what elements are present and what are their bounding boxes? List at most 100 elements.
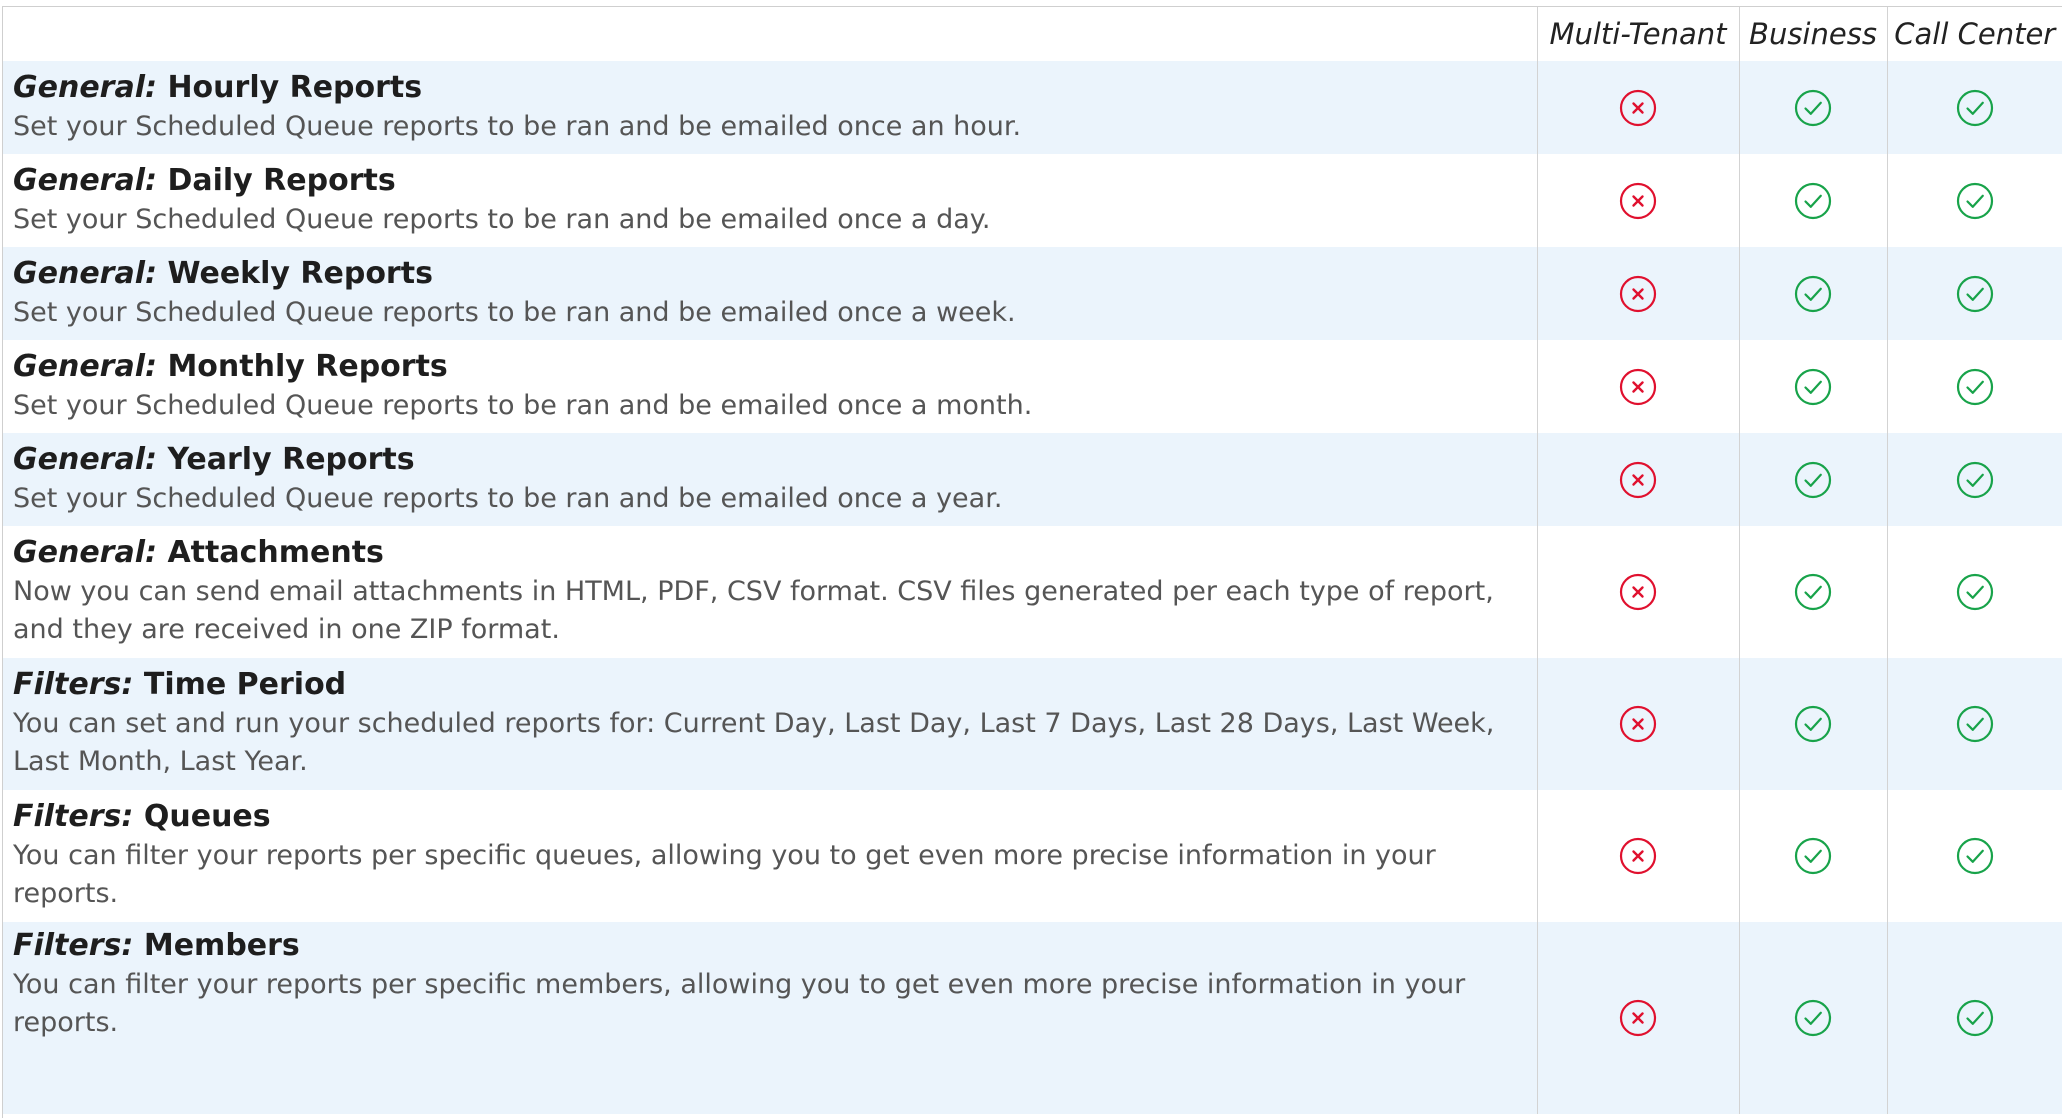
feature-title: General: Monthly Reports [13, 347, 1537, 387]
feature-category: General: [13, 162, 157, 198]
feature-title: General: Daily Reports [13, 161, 1537, 201]
feature-category: General: [13, 348, 157, 384]
feature-cell: General: Monthly Reports Set your Schedul… [3, 340, 1537, 433]
x-circle-icon [1618, 274, 1658, 314]
x-circle-icon [1618, 704, 1658, 744]
check-circle-icon [1955, 998, 1995, 1038]
x-circle-icon [1618, 181, 1658, 221]
x-circle-icon [1618, 572, 1658, 612]
table-row: General: Yearly Reports Set your Schedule… [3, 433, 2062, 526]
feature-name: Attachments [167, 535, 384, 570]
check-circle-icon [1793, 704, 1833, 744]
feature-text: Filters: Time Period You can set and run … [3, 661, 1537, 787]
table-row: Filters: Members You can filter your repo… [3, 922, 2062, 1114]
feature-description: You can set and run your scheduled repor… [13, 708, 1495, 777]
feature-cell: General: Attachments Now you can send ema… [3, 526, 1537, 658]
feature-description: Set your Scheduled Queue reports to be r… [13, 203, 991, 235]
check-circle-icon [1955, 704, 1995, 744]
table-row: Filters: Time Period You can set and run … [3, 658, 2062, 790]
feature-text: Filters: Members You can filter your repo… [3, 922, 1537, 1048]
feature-title: Filters: Queues [13, 797, 1537, 837]
feature-name: Hourly Reports [167, 69, 423, 105]
column-header-call-center: Call Center [1886, 7, 2062, 61]
table-row: Filters: Queues You can filter your repor… [3, 790, 2062, 922]
feature-description: Set your Scheduled Queue reports to be r… [13, 296, 1016, 328]
availability-cell-business [1738, 790, 1887, 922]
feature-title: Filters: Members [13, 926, 1537, 966]
availability-cell-multi-tenant [1536, 154, 1739, 247]
feature-text: Filters: Queues You can filter your repor… [3, 793, 1537, 919]
table-row: General: Hourly Reports Set your Schedule… [3, 61, 2062, 154]
check-circle-icon [1793, 998, 1833, 1038]
availability-cell-call-center [1886, 433, 2062, 526]
feature-text: General: Daily Reports Set your Scheduled… [3, 157, 1537, 245]
feature-text: General: Weekly Reports Set your Schedule… [3, 250, 1537, 338]
check-circle-icon [1955, 460, 1995, 500]
feature-category: General: [13, 255, 157, 291]
check-circle-icon [1955, 181, 1995, 221]
feature-title: General: Yearly Reports [13, 440, 1537, 480]
availability-cell-call-center [1886, 922, 2062, 1114]
availability-cell-business [1738, 61, 1887, 154]
availability-cell-multi-tenant [1536, 433, 1739, 526]
availability-cell-call-center [1886, 790, 2062, 922]
availability-cell-business [1738, 247, 1887, 340]
check-circle-icon [1793, 572, 1833, 612]
feature-cell: General: Hourly Reports Set your Schedule… [3, 61, 1537, 154]
x-circle-icon [1618, 460, 1658, 500]
feature-text: General: Monthly Reports Set your Schedul… [3, 343, 1537, 431]
feature-description: Set your Scheduled Queue reports to be r… [13, 110, 1022, 142]
feature-category: Filters: [13, 928, 134, 963]
header-row: Multi-Tenant Business Call Center [3, 7, 2062, 61]
availability-cell-multi-tenant [1536, 526, 1739, 658]
feature-text: General: Attachments Now you can send ema… [3, 529, 1537, 655]
table-row: General: Daily Reports Set your Scheduled… [3, 154, 2062, 247]
feature-cell: General: Yearly Reports Set your Schedule… [3, 433, 1537, 526]
availability-cell-multi-tenant [1536, 922, 1739, 1114]
availability-cell-call-center [1886, 154, 2062, 247]
feature-name: Yearly Reports [167, 441, 415, 477]
feature-title: General: Attachments [13, 533, 1537, 573]
feature-description: Set your Scheduled Queue reports to be r… [13, 482, 1003, 514]
feature-description: You can filter your reports per specific… [13, 969, 1466, 1038]
check-circle-icon [1793, 274, 1833, 314]
check-circle-icon [1955, 367, 1995, 407]
feature-category: General: [13, 69, 157, 105]
feature-title: General: Hourly Reports [13, 68, 1537, 108]
feature-text: General: Yearly Reports Set your Schedule… [3, 436, 1537, 524]
availability-cell-multi-tenant [1536, 340, 1739, 433]
x-circle-icon [1618, 367, 1658, 407]
feature-comparison-table: Multi-Tenant Business Call Center Genera… [3, 7, 2062, 1114]
feature-category: Filters: [13, 799, 134, 834]
availability-cell-multi-tenant [1536, 61, 1739, 154]
feature-cell: Filters: Queues You can filter your repor… [3, 790, 1537, 922]
availability-cell-multi-tenant [1536, 247, 1739, 340]
column-header-multi-tenant: Multi-Tenant [1536, 7, 1739, 61]
table-row: General: Monthly Reports Set your Schedul… [3, 340, 2062, 433]
availability-cell-business [1738, 433, 1887, 526]
feature-description: Set your Scheduled Queue reports to be r… [13, 389, 1033, 421]
feature-column-header [3, 7, 1537, 61]
availability-cell-call-center [1886, 526, 2062, 658]
availability-cell-multi-tenant [1536, 658, 1739, 790]
feature-title: Filters: Time Period [13, 665, 1537, 705]
availability-cell-business [1738, 154, 1887, 247]
feature-cell: Filters: Time Period You can set and run … [3, 658, 1537, 790]
table-row: General: Attachments Now you can send ema… [3, 526, 2062, 658]
availability-cell-business [1738, 922, 1887, 1114]
feature-category: Filters: [13, 667, 134, 702]
feature-name: Daily Reports [167, 162, 396, 198]
availability-cell-multi-tenant [1536, 790, 1739, 922]
x-circle-icon [1618, 88, 1658, 128]
feature-description: Now you can send email attachments in HT… [13, 576, 1494, 645]
check-circle-icon [1955, 836, 1995, 876]
feature-cell: General: Daily Reports Set your Scheduled… [3, 154, 1537, 247]
check-circle-icon [1793, 181, 1833, 221]
feature-category: General: [13, 535, 157, 570]
feature-category: General: [13, 441, 157, 477]
feature-name: Monthly Reports [167, 348, 448, 384]
feature-cell: Filters: Members You can filter your repo… [3, 922, 1537, 1114]
availability-cell-business [1738, 658, 1887, 790]
feature-cell: General: Weekly Reports Set your Schedule… [3, 247, 1537, 340]
availability-cell-call-center [1886, 247, 2062, 340]
